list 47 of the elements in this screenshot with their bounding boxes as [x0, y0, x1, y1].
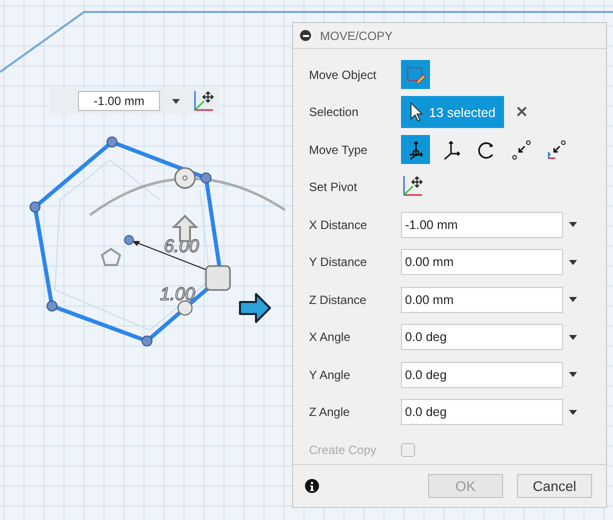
- info-icon[interactable]: [305, 479, 319, 493]
- dropdown-caret-icon[interactable]: [569, 334, 577, 340]
- value-field[interactable]: -1.00 mm: [401, 212, 563, 238]
- pentagon-icon: [100, 248, 122, 266]
- field-label: X Angle: [309, 330, 352, 344]
- value-field[interactable]: 0.00 mm: [401, 249, 563, 276]
- value-field[interactable]: 0.0 deg: [401, 362, 563, 388]
- pivot-axes-icon[interactable]: [401, 174, 425, 198]
- clear-button[interactable]: ✕: [516, 103, 528, 122]
- dropdown-caret-icon[interactable]: [569, 372, 577, 378]
- cursor-icon: [409, 102, 423, 122]
- field-label: Y Distance: [309, 255, 368, 270]
- value-field[interactable]: 0.00 mm: [401, 286, 563, 313]
- sketch-point[interactable]: [142, 336, 152, 346]
- panel-title: MOVE/COPY: [320, 28, 393, 42]
- dimension-label: 1.00: [160, 284, 196, 304]
- dropdown-caret-icon[interactable]: [569, 260, 577, 265]
- value-field[interactable]: 0.0 deg: [401, 324, 563, 350]
- sketch-point[interactable]: [106, 136, 118, 148]
- right-arrow-icon[interactable]: [239, 293, 271, 323]
- object-select-button[interactable]: [401, 60, 430, 90]
- dropdown-caret-icon[interactable]: [569, 222, 577, 228]
- pivot-axes-icon[interactable]: [192, 89, 216, 113]
- sketch-polygon[interactable]: [32, 140, 224, 344]
- sketch-point[interactable]: [46, 300, 58, 312]
- field-label: Selection: [309, 105, 360, 120]
- field-label: Create Copy: [309, 442, 378, 457]
- collapse-icon[interactable]: [300, 30, 311, 41]
- move-gizmo-icon[interactable]: [401, 135, 430, 164]
- dropdown-caret-icon[interactable]: [172, 98, 180, 104]
- distance-input[interactable]: -1.00 mm: [78, 91, 160, 111]
- field-label: Set Pivot: [309, 180, 358, 194]
- field-label: X Distance: [309, 218, 368, 232]
- field-label: Move Type: [309, 142, 368, 157]
- field-label: Z Distance: [309, 292, 368, 307]
- value-field[interactable]: 0.0 deg: [401, 399, 563, 426]
- cancel-button[interactable]: Cancel: [517, 474, 592, 498]
- sketch-point[interactable]: [30, 202, 40, 212]
- scale-handle[interactable]: [177, 300, 193, 316]
- field-label: Z Angle: [309, 405, 351, 420]
- dropdown-caret-icon[interactable]: [569, 410, 577, 415]
- field-label: Move Object: [309, 68, 378, 82]
- field-label: Y Angle: [309, 368, 352, 382]
- sketch-point[interactable]: [200, 172, 212, 184]
- move-handle[interactable]: [205, 265, 231, 291]
- dropdown-caret-icon[interactable]: [569, 297, 577, 302]
- rotate-handle[interactable]: [174, 167, 196, 189]
